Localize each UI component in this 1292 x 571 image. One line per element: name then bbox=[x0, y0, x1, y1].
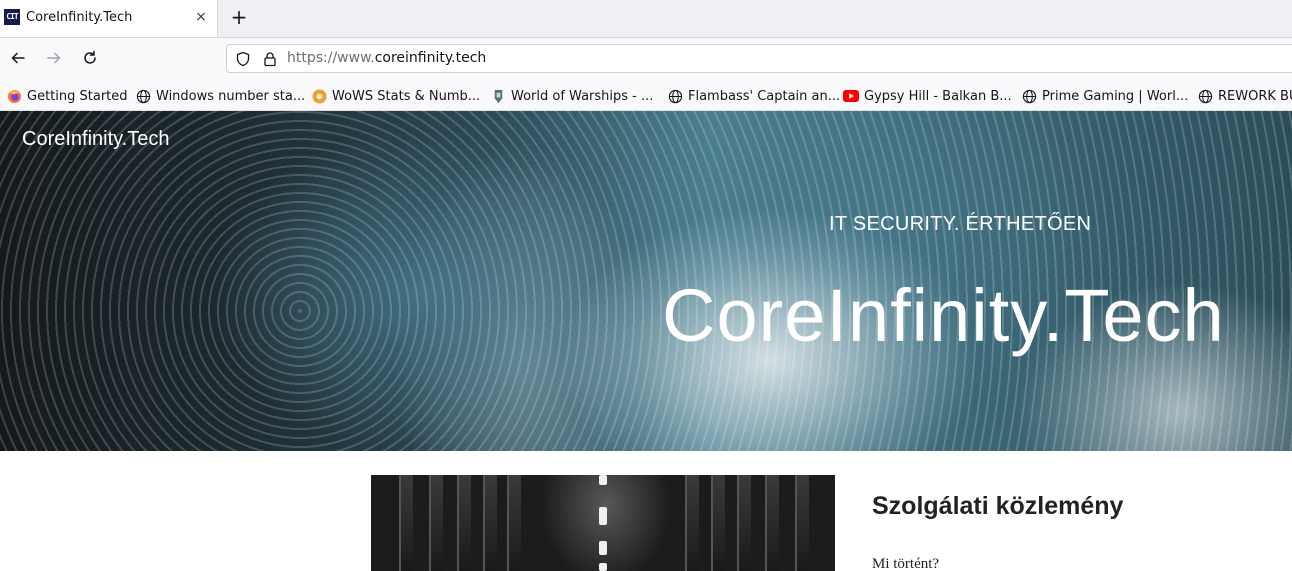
forward-button[interactable] bbox=[44, 48, 64, 68]
server-rack bbox=[457, 475, 471, 571]
bookmark-label: Gypsy Hill - Balkan B... bbox=[864, 88, 1012, 104]
bookmark-label: Flambass' Captain an... bbox=[688, 88, 841, 104]
hero-banner: CoreInfinity.Tech IT SECURITY. ÉRTHETŐEN… bbox=[0, 111, 1292, 451]
reload-button[interactable] bbox=[80, 48, 100, 68]
ceiling-light bbox=[599, 563, 607, 571]
server-rack bbox=[795, 475, 809, 571]
tab-title: CoreInfinity.Tech bbox=[26, 10, 133, 25]
close-tab-icon[interactable]: × bbox=[192, 8, 210, 26]
globe-icon bbox=[667, 88, 683, 104]
server-rack bbox=[483, 475, 497, 571]
bookmarks-toolbar: Getting Started Windows number sta... Wo… bbox=[0, 80, 1292, 111]
bookmark-label: World of Warships - ... bbox=[511, 88, 654, 104]
bookmark-label: REWORK BU bbox=[1218, 88, 1292, 104]
post-section-heading: Mi történt? bbox=[872, 556, 940, 571]
back-button[interactable] bbox=[8, 48, 28, 68]
bookmark-item[interactable]: Prime Gaming | Worl... bbox=[1021, 86, 1188, 106]
site-brand-link[interactable]: CoreInfinity.Tech bbox=[22, 128, 169, 151]
server-rack bbox=[429, 475, 443, 571]
url-host: coreinfinity.tech bbox=[374, 50, 487, 66]
bookmark-item[interactable]: Flambass' Captain an... bbox=[667, 86, 840, 106]
address-bar[interactable]: https://www.coreinfinity.tech bbox=[226, 44, 1292, 73]
bookmark-item[interactable]: WoWS Stats & Numb... bbox=[311, 86, 480, 106]
post-featured-image[interactable] bbox=[371, 475, 835, 571]
ceiling-light bbox=[599, 541, 607, 555]
bookmark-label: Prime Gaming | Worl... bbox=[1042, 88, 1189, 104]
bookmark-item[interactable]: Gypsy Hill - Balkan B... bbox=[843, 86, 1012, 106]
post-title[interactable]: Szolgálati közlemény bbox=[872, 492, 1123, 521]
bookmark-label: Getting Started bbox=[27, 88, 128, 104]
back-arrow-icon bbox=[11, 52, 25, 64]
globe-icon bbox=[135, 88, 151, 104]
bookmark-item[interactable]: Windows number sta... bbox=[135, 86, 305, 106]
ceiling-light bbox=[599, 475, 607, 485]
server-rack bbox=[399, 475, 413, 571]
server-rack bbox=[711, 475, 725, 571]
lock-icon[interactable] bbox=[262, 51, 278, 67]
bookmark-label: Windows number sta... bbox=[156, 88, 306, 104]
bookmark-item[interactable]: Getting Started bbox=[6, 86, 128, 106]
forward-arrow-icon bbox=[47, 52, 61, 64]
tab-strip: CIT CoreInfinity.Tech × + bbox=[0, 0, 1292, 38]
youtube-icon bbox=[843, 88, 859, 104]
wows-stats-icon bbox=[311, 88, 327, 104]
warships-icon bbox=[490, 88, 506, 104]
bookmark-item[interactable]: World of Warships - ... bbox=[490, 86, 653, 106]
server-rack bbox=[765, 475, 779, 571]
globe-icon bbox=[1197, 88, 1213, 104]
globe-icon bbox=[1021, 88, 1037, 104]
new-tab-button[interactable]: + bbox=[229, 7, 249, 27]
ceiling-light bbox=[599, 507, 607, 525]
reload-icon bbox=[84, 50, 96, 64]
bookmark-item[interactable]: REWORK BU bbox=[1197, 86, 1292, 106]
server-rack bbox=[685, 475, 699, 571]
server-rack bbox=[507, 475, 521, 571]
firefox-icon bbox=[6, 88, 22, 104]
bookmark-label: WoWS Stats & Numb... bbox=[332, 88, 481, 104]
hero-title: CoreInfinity.Tech bbox=[662, 274, 1225, 357]
tracking-shield-icon[interactable] bbox=[235, 51, 251, 67]
hero-subtitle: IT SECURITY. ÉRTHETŐEN bbox=[829, 213, 1092, 235]
navigation-toolbar: https://www.coreinfinity.tech bbox=[0, 38, 1292, 80]
server-rack bbox=[737, 475, 751, 571]
site-favicon-icon: CIT bbox=[4, 9, 20, 25]
tab-active[interactable]: CIT CoreInfinity.Tech × bbox=[0, 0, 218, 37]
url-scheme: https://www. bbox=[287, 50, 375, 66]
url-text[interactable]: https://www.coreinfinity.tech bbox=[287, 50, 486, 66]
